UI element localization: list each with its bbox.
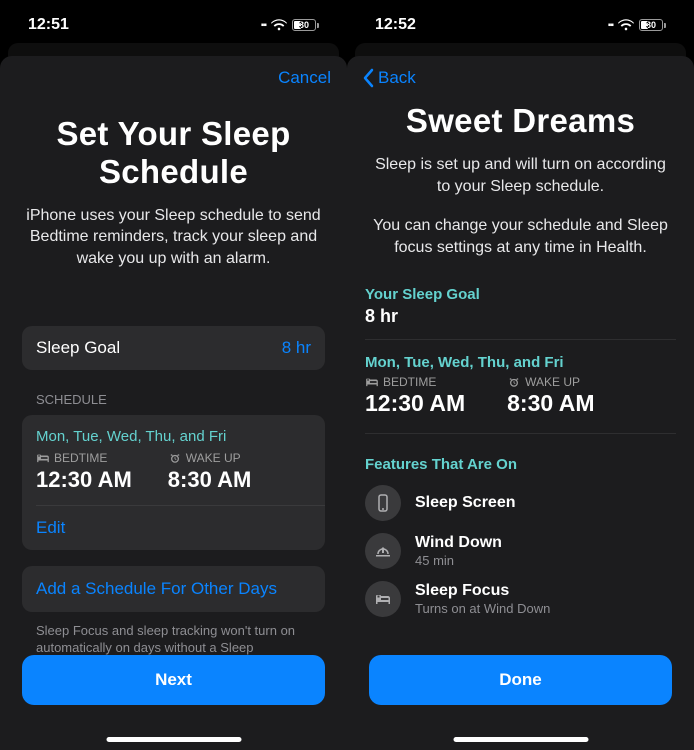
chevron-left-icon (363, 68, 375, 88)
status-indicators: ▪▪ 30 (261, 19, 319, 31)
sleep-goal-label: Sleep Goal (36, 338, 120, 358)
wakeup-block: WAKE UP 8:30 AM (168, 451, 252, 493)
page-title: Set Your Sleep Schedule (22, 115, 325, 191)
schedule-days: Mon, Tue, Wed, Thu, and Fri (36, 428, 311, 445)
back-button[interactable]: Back (363, 68, 416, 88)
schedule-item[interactable]: Mon, Tue, Wed, Thu, and Fri BEDTIME 12:3… (22, 415, 325, 505)
phone-right: 12:52 ▪▪ 30 Back Sweet Dreams (347, 0, 694, 750)
nav-bar: Back (347, 56, 694, 100)
feature-sub: Turns on at Wind Down (415, 601, 550, 616)
status-time: 12:51 (28, 16, 69, 34)
alarm-icon (168, 453, 182, 463)
subtitle-1: Sleep is set up and will turn on accordi… (365, 154, 676, 197)
dual-sim-icon: ▪▪ (608, 20, 613, 31)
status-time: 12:52 (375, 16, 416, 34)
battery-icon: 30 (639, 19, 666, 31)
page-subtitle: iPhone uses your Sleep schedule to send … (22, 205, 325, 270)
modal-sheet: Cancel Set Your Sleep Schedule iPhone us… (0, 56, 347, 750)
goal-label: Your Sleep Goal (365, 286, 676, 303)
features-header: Features That Are On (365, 456, 676, 473)
sunset-icon (365, 533, 401, 569)
schedule-header: SCHEDULE (36, 392, 325, 407)
battery-level: 30 (646, 20, 656, 30)
phone-left: 12:51 ▪▪ 30 Cancel Set Your Sleep Schedu (0, 0, 347, 750)
wakeup-block: WAKE UP 8:30 AM (507, 375, 594, 417)
alarm-icon (507, 377, 521, 387)
bedtime-value: 12:30 AM (365, 390, 465, 417)
nav-bar: Cancel (0, 56, 347, 100)
bed-icon (36, 453, 50, 463)
done-button[interactable]: Done (369, 655, 672, 705)
bed-icon (365, 377, 379, 387)
feature-title: Sleep Screen (415, 494, 516, 512)
dual-sim-icon: ▪▪ (261, 20, 266, 31)
bedtime-value: 12:30 AM (36, 467, 132, 493)
sleep-goal-value: 8 hr (282, 338, 311, 358)
bedtime-block: BEDTIME 12:30 AM (36, 451, 132, 493)
modal-sheet: Back Sweet Dreams Sleep is set up and wi… (347, 56, 694, 750)
feature-title: Sleep Focus (415, 582, 550, 600)
phone-icon (365, 485, 401, 521)
status-indicators: ▪▪ 30 (608, 19, 666, 31)
feature-title: Wind Down (415, 534, 502, 552)
wifi-icon (271, 19, 287, 31)
goal-value: 8 hr (365, 306, 676, 327)
sleep-goal-row[interactable]: Sleep Goal 8 hr (22, 326, 325, 370)
battery-icon: 30 (292, 19, 319, 31)
bed-circle-icon (365, 581, 401, 617)
page-title: Sweet Dreams (365, 102, 676, 140)
add-schedule-button[interactable]: Add a Schedule For Other Days (22, 566, 325, 612)
feature-sleep-screen: Sleep Screen (365, 485, 676, 521)
next-button[interactable]: Next (22, 655, 325, 705)
home-indicator[interactable] (453, 737, 588, 742)
wifi-icon (618, 19, 634, 31)
bedtime-block: BEDTIME 12:30 AM (365, 375, 465, 417)
battery-level: 30 (299, 20, 309, 30)
wakeup-value: 8:30 AM (168, 467, 252, 493)
subtitle-2: You can change your schedule and Sleep f… (365, 215, 676, 258)
wakeup-value: 8:30 AM (507, 390, 594, 417)
edit-button[interactable]: Edit (22, 506, 325, 550)
feature-sleep-focus: Sleep Focus Turns on at Wind Down (365, 581, 676, 617)
feature-sub: 45 min (415, 553, 502, 568)
schedule-days: Mon, Tue, Wed, Thu, and Fri (365, 354, 676, 371)
feature-wind-down: Wind Down 45 min (365, 533, 676, 569)
schedule-card: Mon, Tue, Wed, Thu, and Fri BEDTIME 12:3… (22, 415, 325, 550)
cancel-button[interactable]: Cancel (278, 68, 331, 88)
home-indicator[interactable] (106, 737, 241, 742)
